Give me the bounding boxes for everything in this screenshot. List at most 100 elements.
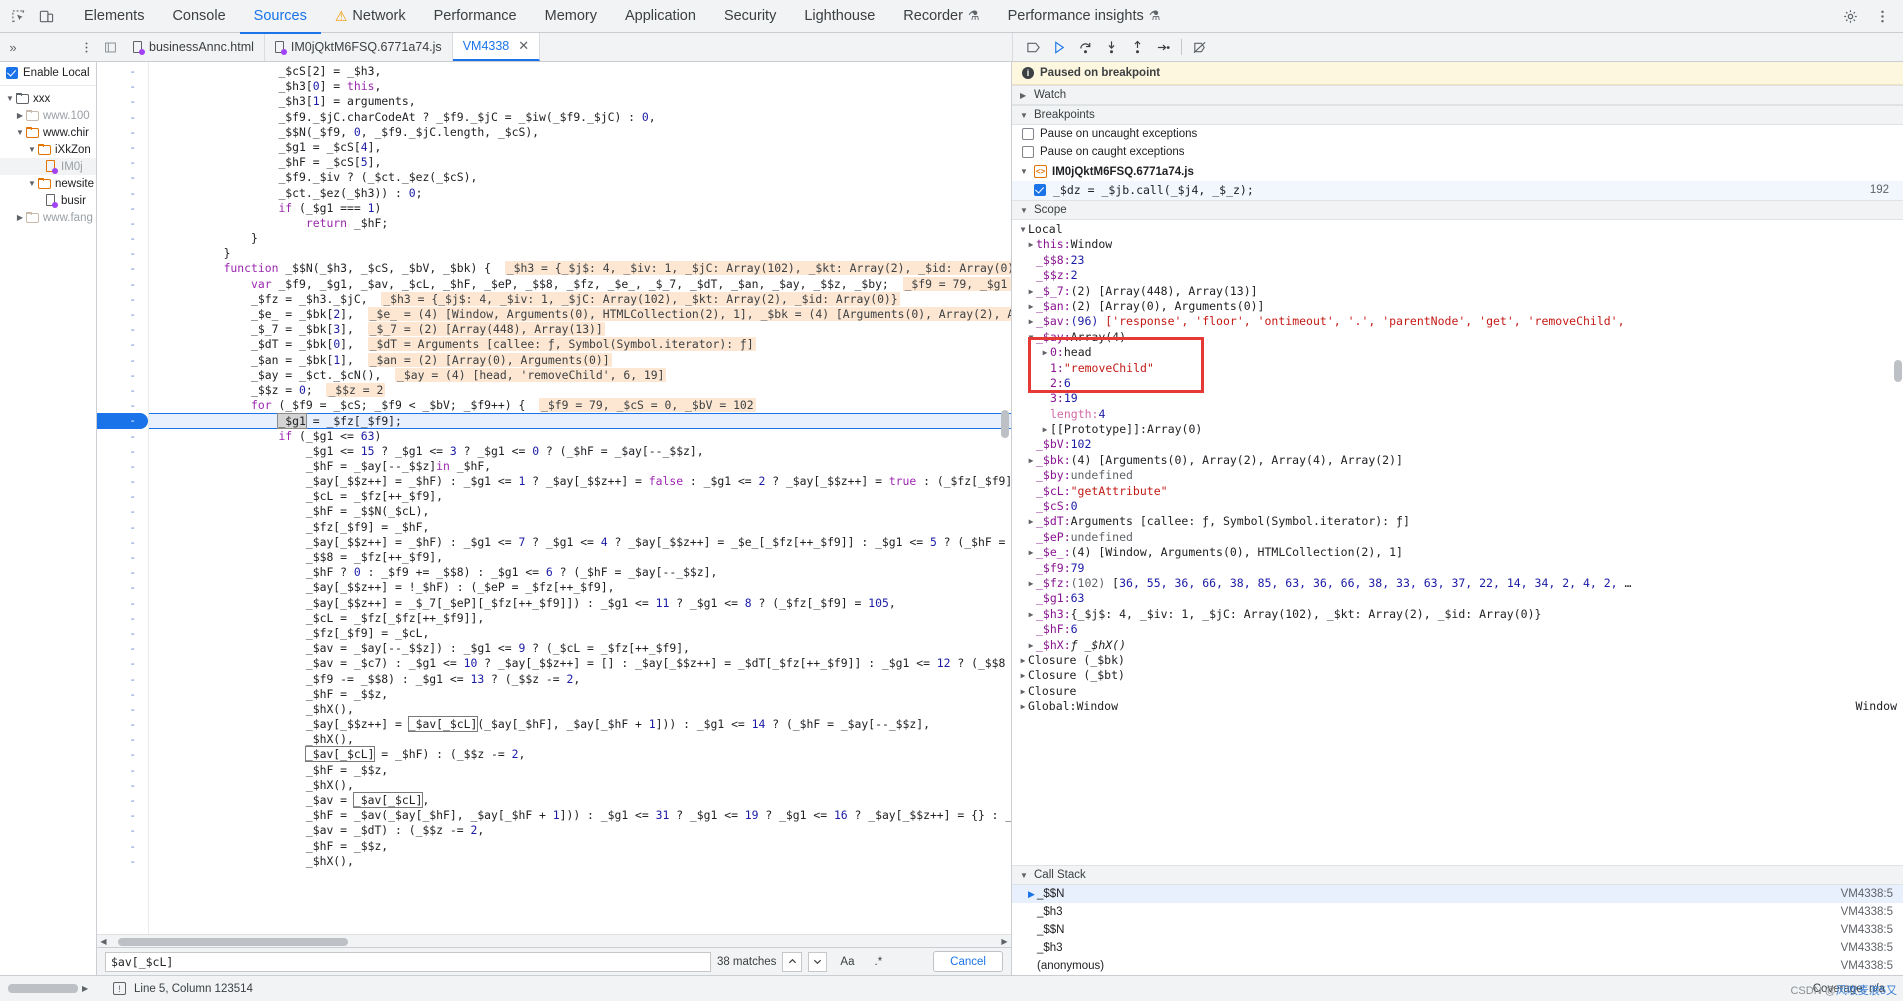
more-vertical-icon[interactable]	[75, 34, 97, 60]
breakpoint-enabled-checkbox[interactable]	[1034, 184, 1046, 196]
tree-item-newsite[interactable]: ▼ newsite	[0, 175, 96, 192]
line-number[interactable]: -	[97, 641, 148, 656]
chevron-right-icon[interactable]: ▶	[1040, 422, 1050, 437]
line-number[interactable]: -	[97, 474, 148, 489]
file-tab-vm4338[interactable]: VM4338 ✕	[452, 33, 541, 61]
scope-variable-row[interactable]: _$by: undefined	[1012, 468, 1903, 483]
gear-icon[interactable]	[1835, 3, 1865, 29]
scope-variable-row[interactable]: _$hF: 6	[1012, 622, 1903, 637]
code-line[interactable]: _$cS[2] = _$h3,	[149, 64, 1011, 79]
regex-toggle[interactable]: .*	[868, 952, 890, 972]
warning-icon[interactable]: !	[113, 982, 126, 995]
tree-item-wwwchir[interactable]: ▼ www.chir	[0, 124, 96, 141]
pause-uncaught-checkbox[interactable]	[1022, 128, 1034, 140]
call-stack-section-header[interactable]: ▼ Call Stack	[1012, 865, 1903, 885]
chevron-down-icon[interactable]: ▼	[26, 179, 38, 188]
breakpoint-file-row[interactable]: ▼ <> IM0jQktM6FSQ.6771a74.js	[1012, 161, 1903, 181]
step-icon[interactable]	[1151, 35, 1176, 60]
search-input[interactable]: $av[_$cL]	[105, 951, 711, 972]
code-line[interactable]: _$h3[1] = arguments,	[149, 94, 1011, 109]
scroll-right-icon[interactable]: ▶	[998, 937, 1011, 946]
scope-variable-row[interactable]: ▶ 0: head	[1012, 345, 1903, 360]
scope-scrollbar-thumb[interactable]	[1894, 360, 1902, 382]
scroll-right-icon[interactable]: ▶	[82, 984, 88, 993]
scope-variable-row[interactable]: ▶ Closure (_$bk)	[1012, 653, 1903, 668]
scope-variable-row[interactable]: ▼ _$ay: Array(4)	[1012, 330, 1903, 345]
code-line[interactable]: _$hF = _$ay[--_$$z]in _$hF,	[149, 459, 1011, 474]
code-line[interactable]: _$ay[_$$z++] = !_$hF) : (_$eP = _$fz[++_…	[149, 580, 1011, 595]
line-number[interactable]: -	[97, 687, 148, 702]
code-line[interactable]: _$hX(),	[149, 732, 1011, 747]
line-number[interactable]: -	[97, 732, 148, 747]
chevron-down-icon[interactable]: ▼	[1026, 330, 1036, 345]
line-number[interactable]: -	[97, 140, 148, 155]
scope-variable-row[interactable]: _$$8: 23	[1012, 253, 1903, 268]
line-number[interactable]: -	[97, 337, 148, 352]
scope-variable-row[interactable]: _$$z: 2	[1012, 268, 1903, 283]
code-line[interactable]: _$hF = _$$z,	[149, 839, 1011, 854]
device-toolbar-icon[interactable]	[32, 3, 60, 29]
code-line[interactable]: }	[149, 231, 1011, 246]
line-number[interactable]: -	[97, 292, 148, 307]
line-number[interactable]: -	[97, 368, 148, 383]
code-line-current[interactable]: _$g1 = _$fz[_$f9];	[149, 413, 1011, 430]
code-line[interactable]: _$hF = _$$N(_$cL),	[149, 504, 1011, 519]
dont-pause-on-exceptions-icon[interactable]	[1187, 35, 1212, 60]
chevron-right-icon[interactable]: ▶	[1026, 314, 1036, 329]
code-line[interactable]: var _$f9, _$g1, _$av, _$cL, _$hF, _$eP, …	[149, 276, 1011, 292]
chevron-right-icon[interactable]: ▶	[1026, 514, 1036, 529]
scrollbar-thumb[interactable]	[1001, 410, 1009, 438]
search-next-button[interactable]	[807, 951, 828, 972]
scope-variable-row[interactable]: ▶ _$fz: (102) [36, 55, 36, 66, 38, 85, 63…	[1012, 576, 1903, 591]
call-stack-frame[interactable]: (anonymous) VM4338:5	[1012, 957, 1903, 975]
line-number[interactable]: -	[97, 64, 148, 79]
chevron-right-icon[interactable]: ▶	[1026, 545, 1036, 560]
chevron-right-icon[interactable]: ▶	[1026, 284, 1036, 299]
line-number[interactable]: -	[97, 778, 148, 793]
match-case-toggle[interactable]: Aa	[833, 952, 861, 972]
tab-application[interactable]: Application	[611, 1, 710, 34]
code-line[interactable]: _$av = _$ay[--_$$z]) : _$g1 <= 9 ? (_$cL…	[149, 641, 1011, 656]
tab-performance-insights[interactable]: Performance insights ⚗	[994, 1, 1175, 34]
chevron-right-icon[interactable]: ▶	[1026, 638, 1036, 653]
scope-variable-row[interactable]: _$cL: "getAttribute"	[1012, 484, 1903, 499]
code-line[interactable]: function _$$N(_$h3, _$cS, _$bV, _$bk) { …	[149, 261, 1011, 276]
call-stack-frame[interactable]: ▶ _$$N VM4338:5	[1012, 885, 1903, 903]
code-line[interactable]: _$f9._$iv ? (_$ct._$ez(_$cS),	[149, 170, 1011, 185]
line-number[interactable]: -	[97, 702, 148, 717]
tree-item-ixkzon[interactable]: ▼ iXkZon	[0, 141, 96, 158]
tab-performance[interactable]: Performance	[420, 1, 531, 34]
code-line[interactable]: _$cL = _$fz[_$fz[++_$f9]],	[149, 611, 1011, 626]
code-line[interactable]: _$hX(),	[149, 778, 1011, 793]
pause-uncaught-exceptions-row[interactable]: Pause on uncaught exceptions	[1012, 125, 1903, 143]
line-number[interactable]: -	[97, 322, 148, 337]
scrollbar-thumb[interactable]	[8, 984, 78, 993]
scope-variable-row[interactable]: ▶ _$_7: (2) [Array(448), Array(13)]	[1012, 284, 1903, 299]
code-line[interactable]: _$e_ = _$bk[2], _$e_ = (4) [Window, Argu…	[149, 307, 1011, 322]
code-line[interactable]: _$hX(),	[149, 854, 1011, 869]
line-number[interactable]: -	[97, 79, 148, 94]
code-line[interactable]: _$hF = _$av(_$ay[_$hF], _$ay[_$hF + 1]))…	[149, 808, 1011, 823]
line-number[interactable]: -	[97, 383, 148, 398]
tree-item-xxx[interactable]: ▼ xxx	[0, 90, 96, 107]
line-number[interactable]: -	[97, 110, 148, 125]
line-number[interactable]: -	[97, 611, 148, 626]
code-line[interactable]: return _$hF;	[149, 216, 1011, 231]
tab-console[interactable]: Console	[158, 1, 239, 34]
step-into-icon[interactable]	[1099, 35, 1124, 60]
scope-variable-row[interactable]: ▶ _$bk: (4) [Arguments(0), Array(2), Arra…	[1012, 453, 1903, 468]
line-number[interactable]: -	[97, 565, 148, 580]
scope-variable-row[interactable]: _$eP: undefined	[1012, 530, 1903, 545]
breakpoint-entry[interactable]: _$dz = _$jb.call(_$j4, _$_z); 192	[1012, 181, 1903, 200]
code-line[interactable]: _$hX(),	[149, 702, 1011, 717]
more-vertical-icon[interactable]	[1867, 3, 1897, 29]
line-number[interactable]: -	[97, 201, 148, 216]
code-line[interactable]: _$av = _$dT) : (_$$z -= 2,	[149, 823, 1011, 838]
breakpoints-section-header[interactable]: ▼ Breakpoints	[1012, 105, 1903, 125]
code-line[interactable]: _$hF = _$$z,	[149, 687, 1011, 702]
chevron-down-icon[interactable]: ▼	[1018, 222, 1028, 237]
line-number[interactable]: -	[97, 170, 148, 185]
chevron-right-icon[interactable]: ▶	[1026, 576, 1036, 591]
resume-script-icon[interactable]	[1047, 35, 1072, 60]
code-line[interactable]: _$h3[0] = this,	[149, 79, 1011, 94]
